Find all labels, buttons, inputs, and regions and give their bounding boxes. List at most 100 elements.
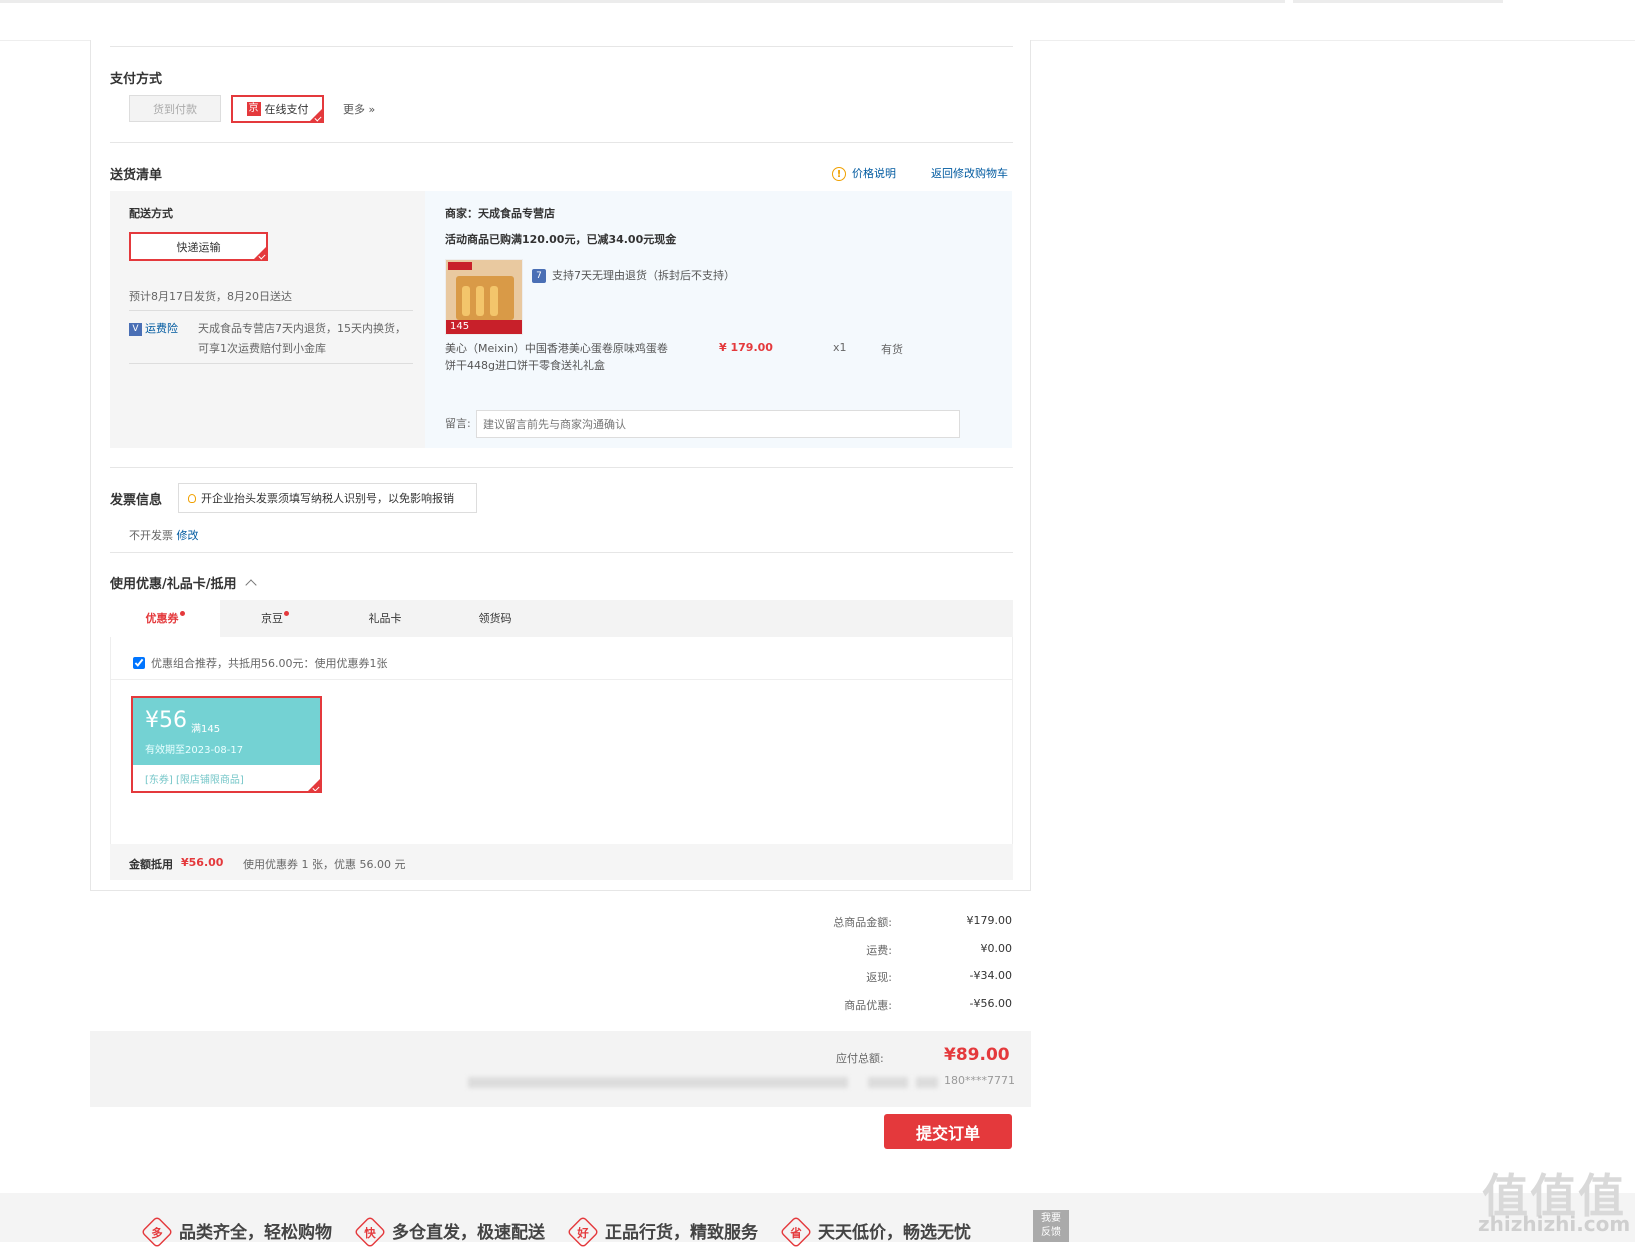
discount-total-value: ¥56.00 bbox=[181, 856, 224, 869]
selected-check-icon bbox=[254, 247, 266, 259]
feedback-button[interactable]: 我要 反馈 bbox=[1033, 1210, 1069, 1242]
product-name-line1[interactable]: 美心（Meixin）中国香港美心蛋卷原味鸡蛋卷 bbox=[445, 340, 668, 356]
product-image[interactable]: 145 bbox=[445, 259, 523, 335]
delivery-estimate: 预计8月17日发货，8月20日送达 bbox=[129, 290, 292, 303]
receiver-phone: 180****7771 bbox=[944, 1074, 1015, 1087]
summary-value: -¥34.00 bbox=[969, 969, 1012, 982]
delivery-method-label: 配送方式 bbox=[129, 207, 173, 220]
divider bbox=[129, 310, 413, 311]
exclamation-icon: ! bbox=[832, 167, 846, 181]
insurance-desc-line2: 可享1次运费赔付到小金库 bbox=[198, 342, 326, 355]
product-quantity: x1 bbox=[833, 341, 847, 354]
badge-icon: 多 bbox=[140, 1215, 174, 1248]
footer-item: 省天天低价，畅选无忧 bbox=[779, 1215, 971, 1248]
freight-insurance[interactable]: V 运费险 bbox=[129, 320, 178, 336]
blurred-name bbox=[916, 1077, 938, 1088]
invoice-status: 不开发票 修改 bbox=[129, 527, 199, 543]
delivery-title: 送货清单 bbox=[110, 168, 163, 183]
footer-item: 好正品行货，精致服务 bbox=[566, 1215, 758, 1248]
top-search-bar bbox=[0, 0, 1285, 3]
remark-input[interactable] bbox=[476, 410, 960, 438]
coupon-amount: ¥56 bbox=[145, 708, 187, 733]
recommend-text: 优惠组合推荐，共抵用56.00元：使用优惠券1张 bbox=[151, 657, 388, 670]
shield-icon: V bbox=[129, 322, 142, 336]
coupon-condition: 满145 bbox=[191, 724, 221, 735]
coupon-expiry: 有效期至2023-08-17 bbox=[145, 745, 244, 756]
invoice-tip-text: 开企业抬头发票须填写纳税人识别号，以免影响报销 bbox=[201, 492, 454, 505]
divider bbox=[110, 46, 1013, 47]
jd-pay-icon: 京 bbox=[246, 102, 261, 116]
seven-day-return-icon: 7 bbox=[532, 269, 546, 283]
blurred-name bbox=[868, 1077, 908, 1088]
online-pay-button[interactable]: 京 在线支付 bbox=[231, 95, 324, 123]
discount-total-label: 金额抵用 bbox=[129, 858, 173, 871]
express-delivery-label: 快递运输 bbox=[176, 240, 221, 254]
payment-title: 支付方式 bbox=[110, 72, 163, 87]
return-policy: 7 支持7天无理由退货（拆封后不支持） bbox=[532, 267, 735, 283]
divider bbox=[110, 679, 1013, 680]
cod-button[interactable]: 货到付款 bbox=[129, 95, 221, 122]
invoice-tip: 开企业抬头发票须填写纳税人识别号，以免影响报销 bbox=[178, 483, 477, 513]
product-name-line2[interactable]: 饼干448g进口饼干零食送礼礼盒 bbox=[445, 357, 605, 373]
double-chevron-right-icon: » bbox=[368, 103, 376, 116]
tab-jingdou[interactable]: 京豆 bbox=[220, 600, 330, 637]
summary-value: -¥56.00 bbox=[969, 997, 1012, 1010]
summary-row: 返现: bbox=[866, 971, 892, 984]
more-payment-link[interactable]: 更多 » bbox=[343, 101, 375, 117]
payable-amount: ¥89.00 bbox=[944, 1045, 1010, 1065]
online-pay-label: 在线支付 bbox=[264, 103, 309, 116]
footer-item: 快多仓直发，极速配送 bbox=[353, 1215, 545, 1248]
watermark-site: zhizhizhi.com bbox=[1478, 1212, 1631, 1236]
summary-value: ¥179.00 bbox=[966, 914, 1013, 927]
discount-total-desc: 使用优惠券 1 张，优惠 56.00 元 bbox=[243, 858, 406, 871]
summary-row: 运费: bbox=[866, 944, 892, 957]
product-price-tag: 145 bbox=[446, 320, 522, 334]
remark-label: 留言: bbox=[445, 417, 471, 430]
submit-order-button[interactable]: 提交订单 bbox=[884, 1114, 1012, 1149]
price-note-label: 价格说明 bbox=[852, 167, 896, 180]
discount-toggle[interactable]: 使用优惠/礼品卡/抵用 bbox=[110, 573, 257, 592]
divider bbox=[110, 142, 1013, 143]
lightbulb-icon bbox=[188, 493, 196, 503]
chevron-up-icon bbox=[245, 579, 257, 591]
summary-value: ¥0.00 bbox=[980, 942, 1013, 955]
tab-gift-card[interactable]: 礼品卡 bbox=[330, 600, 440, 637]
summary-row: 总商品金额: bbox=[833, 916, 892, 929]
invoice-status-text: 不开发票 bbox=[129, 529, 173, 542]
promotion-text: 活动商品已购满120.00元，已减34.00元现金 bbox=[445, 233, 677, 246]
back-to-cart-link[interactable]: 返回修改购物车 bbox=[931, 165, 1008, 181]
freight-insurance-link[interactable]: 运费险 bbox=[145, 322, 178, 335]
express-delivery-button[interactable]: 快递运输 bbox=[129, 232, 268, 261]
insurance-desc-line1: 天成食品专营店7天内退货，15天内换货， bbox=[198, 322, 406, 335]
selected-check-icon bbox=[310, 109, 322, 121]
brand-logo bbox=[448, 262, 472, 270]
invoice-title: 发票信息 bbox=[110, 493, 163, 508]
badge-icon: 省 bbox=[779, 1215, 813, 1248]
divider bbox=[110, 552, 1013, 553]
top-bar bbox=[0, 0, 1635, 41]
divider bbox=[110, 467, 1013, 468]
merchant-name: 商家：天成食品专营店 bbox=[445, 207, 555, 220]
invoice-edit-link[interactable]: 修改 bbox=[177, 529, 199, 542]
tab-redeem-code[interactable]: 领货码 bbox=[440, 600, 550, 637]
new-dot-icon bbox=[179, 611, 185, 616]
summary-row: 商品优惠: bbox=[844, 999, 892, 1012]
return-policy-text: 支持7天无理由退货（拆封后不支持） bbox=[552, 269, 735, 282]
payable-label: 应付总额: bbox=[836, 1052, 884, 1065]
more-label: 更多 bbox=[343, 103, 365, 116]
product-price: ¥ 179.00 bbox=[719, 341, 773, 354]
coupon-card[interactable]: ¥56 满145 有效期至2023-08-17 [东券] [限店铺限商品] bbox=[131, 696, 322, 793]
discount-tabs: 优惠券 京豆 礼品卡 领货码 bbox=[110, 600, 1013, 637]
price-note-link[interactable]: ! 价格说明 bbox=[832, 165, 896, 181]
recommend-row: 优惠组合推荐，共抵用56.00元：使用优惠券1张 bbox=[133, 655, 388, 671]
selected-check-icon bbox=[308, 779, 320, 791]
product-stock: 有货 bbox=[881, 343, 903, 356]
discount-title: 使用优惠/礼品卡/抵用 bbox=[110, 577, 237, 592]
new-dot-icon bbox=[284, 611, 289, 616]
divider bbox=[129, 363, 413, 364]
tab-coupon[interactable]: 优惠券 bbox=[110, 600, 220, 637]
blurred-address bbox=[468, 1077, 848, 1088]
recommend-checkbox[interactable] bbox=[133, 657, 145, 669]
footer-item: 多品类齐全，轻松购物 bbox=[140, 1215, 332, 1248]
payable-bar bbox=[90, 1031, 1031, 1107]
